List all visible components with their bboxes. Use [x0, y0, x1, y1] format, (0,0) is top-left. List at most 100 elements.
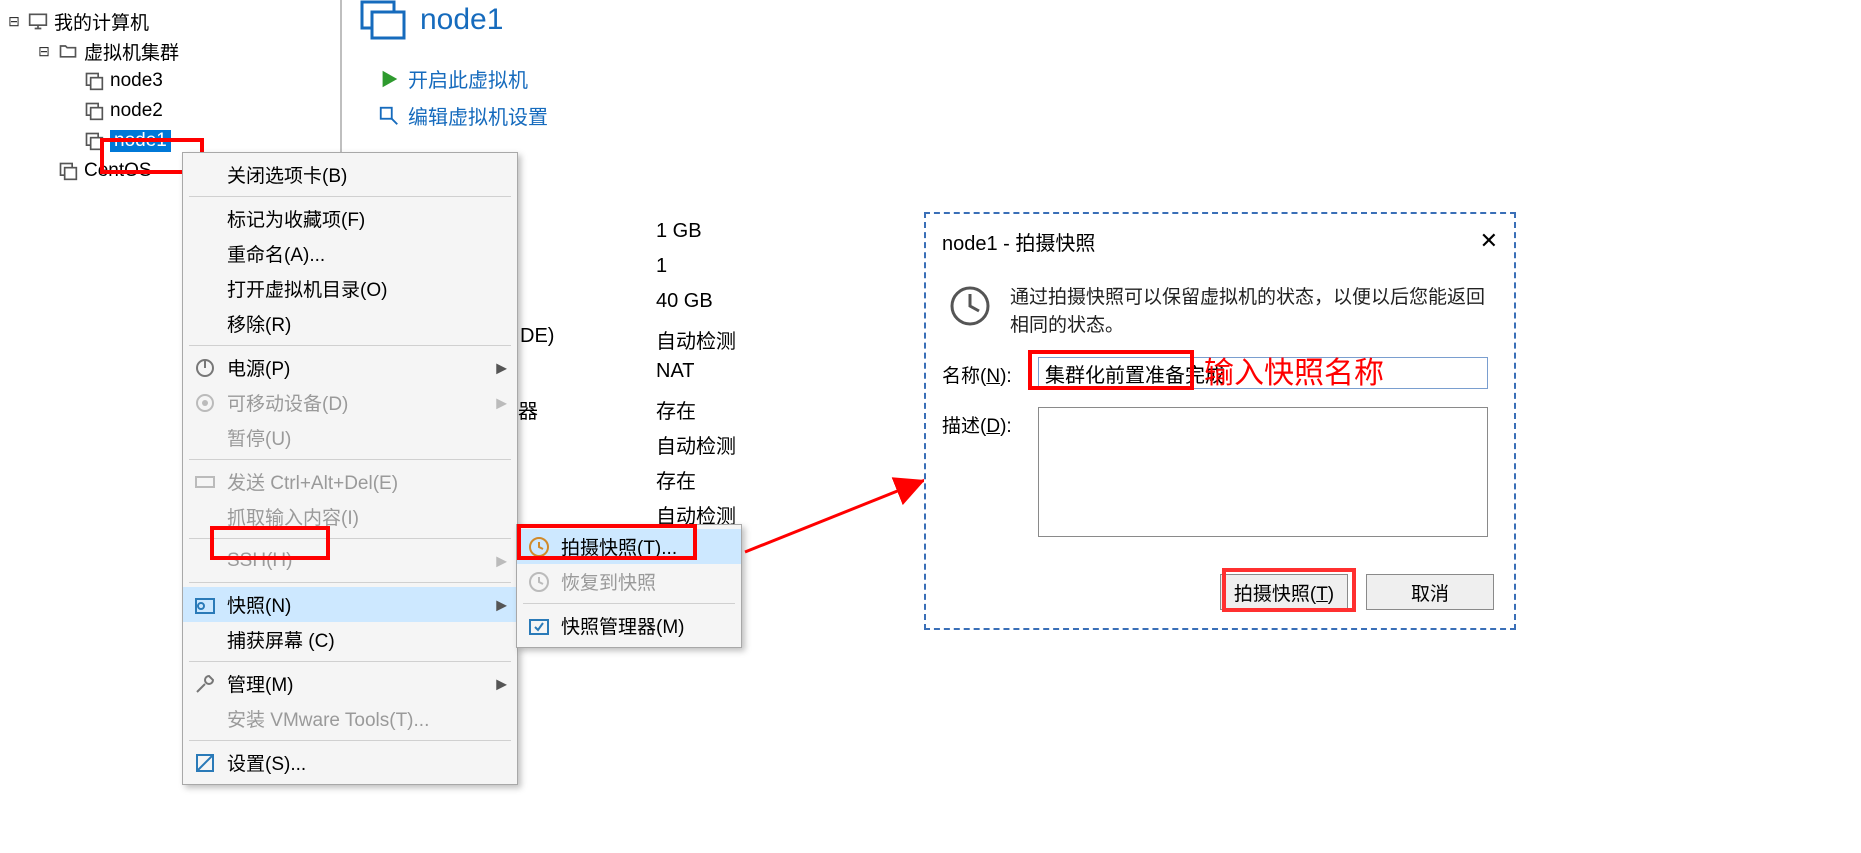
menu-separator: [189, 740, 511, 741]
menu-capture[interactable]: 捕获屏幕 (C): [183, 622, 517, 657]
start-vm-link[interactable]: 开启此虚拟机: [378, 64, 880, 93]
desc-label: 描述(D):: [942, 407, 1038, 438]
snapshot-submenu: 拍摄快照(T)... 恢复到快照 快照管理器(M): [516, 524, 742, 648]
vm-icon: [84, 131, 104, 151]
name-label: 名称(N):: [942, 357, 1038, 388]
edit-vm-link[interactable]: 编辑虚拟机设置: [378, 101, 880, 130]
label-part: 描述(: [942, 416, 986, 437]
menu-label: 捕获屏幕 (C): [227, 626, 335, 653]
manager-icon: [527, 614, 551, 638]
cancel-button[interactable]: 取消: [1366, 574, 1494, 610]
tree-cluster-label: 虚拟机集群: [84, 38, 179, 65]
menu-label: 安装 VMware Tools(T)...: [227, 705, 429, 732]
menu-ssh: SSH(H) ▶: [183, 543, 517, 578]
menu-separator: [189, 459, 511, 460]
menu-separator: [189, 196, 511, 197]
menu-close-tab[interactable]: 关闭选项卡(B): [183, 157, 517, 192]
hw-label-fragment: DE): [520, 325, 554, 348]
snapshot-name-input[interactable]: [1038, 357, 1488, 389]
take-snapshot-button[interactable]: 拍摄快照(T): [1220, 574, 1348, 610]
blank-icon: [193, 312, 217, 336]
vm-large-icon: [360, 0, 408, 40]
settings-icon: [193, 751, 217, 775]
tree-node-row[interactable]: node3: [0, 66, 340, 96]
label-part: ):: [1000, 366, 1012, 387]
menu-label: 设置(S)...: [227, 749, 306, 776]
annotation-arrow: [740, 472, 940, 562]
tree-item-label: node1: [110, 130, 171, 152]
menu-pause: 暂停(U): [183, 420, 517, 455]
tree-cluster-row[interactable]: ⊟ 虚拟机集群: [0, 36, 340, 66]
menu-label: 管理(M): [227, 670, 293, 697]
take-snapshot-dialog: node1 - 拍摄快照 ✕ 通过拍摄快照可以保留虚拟机的状态，以便以后您能返回…: [924, 212, 1516, 630]
menu-open-dir[interactable]: 打开虚拟机目录(O): [183, 271, 517, 306]
folder-icon: [58, 41, 78, 61]
dialog-title: node1 - 拍摄快照: [942, 227, 1095, 256]
menu-separator: [189, 582, 511, 583]
hw-net: NAT: [656, 360, 736, 395]
blank-icon: [193, 277, 217, 301]
tree-collapse-icon[interactable]: ⊟: [36, 43, 52, 59]
blank-icon: [193, 628, 217, 652]
menu-label: 打开虚拟机目录(O): [227, 275, 387, 302]
tree-item-label: node3: [110, 70, 163, 92]
menu-remove[interactable]: 移除(R): [183, 306, 517, 341]
menu-label: 关闭选项卡(B): [227, 161, 347, 188]
chevron-right-icon: ▶: [496, 359, 507, 376]
tree-item-label: CentOS: [84, 160, 152, 182]
power-icon: [193, 356, 217, 380]
menu-power[interactable]: 电源(P) ▶: [183, 350, 517, 385]
hw-sound: 自动检测: [656, 430, 736, 465]
menu-label: 标记为收藏项(F): [227, 205, 365, 232]
hw-label-fragment: 器: [518, 395, 538, 424]
chevron-right-icon: ▶: [496, 675, 507, 692]
label-part: ):: [1000, 416, 1012, 437]
submenu-take-snapshot[interactable]: 拍摄快照(T)...: [517, 529, 741, 564]
start-vm-label: 开启此虚拟机: [408, 64, 528, 93]
menu-settings[interactable]: 设置(S)...: [183, 745, 517, 780]
menu-manage[interactable]: 管理(M) ▶: [183, 666, 517, 701]
submenu-manager[interactable]: 快照管理器(M): [517, 608, 741, 643]
hw-usb: 存在: [656, 395, 736, 430]
menu-label: 抓取输入内容(I): [227, 503, 359, 530]
vm-icon: [58, 161, 78, 181]
tree-item-label: node2: [110, 100, 163, 122]
wrench-icon: [193, 672, 217, 696]
vm-title-text: node1: [420, 3, 503, 37]
menu-label: SSH(H): [227, 550, 292, 572]
blank-icon: [193, 549, 217, 573]
label-accelerator: N: [986, 366, 1000, 387]
menu-rename[interactable]: 重命名(A)...: [183, 236, 517, 271]
close-button[interactable]: ✕: [1480, 228, 1498, 254]
blank-icon: [193, 707, 217, 731]
tree-collapse-icon[interactable]: ⊟: [6, 13, 22, 29]
keyboard-icon: [193, 470, 217, 494]
tree-root-row[interactable]: ⊟ 我的计算机: [0, 6, 340, 36]
vm-title: node1: [360, 0, 880, 40]
menu-grab-input: 抓取输入内容(I): [183, 499, 517, 534]
btn-part: ): [1328, 584, 1334, 605]
menu-install-tools: 安装 VMware Tools(T)...: [183, 701, 517, 736]
dialog-info-text: 通过拍摄快照可以保留虚拟机的状态，以便以后您能返回相同的状态。: [1010, 284, 1498, 339]
play-icon: [378, 68, 400, 90]
blank-icon: [193, 426, 217, 450]
edit-vm-label: 编辑虚拟机设置: [408, 101, 548, 130]
menu-label: 暂停(U): [227, 424, 291, 451]
menu-separator: [523, 603, 735, 604]
menu-label: 可移动设备(D): [227, 389, 348, 416]
menu-label: 重命名(A)...: [227, 240, 325, 267]
dialog-titlebar: node1 - 拍摄快照 ✕: [942, 224, 1498, 258]
snapshot-desc-input[interactable]: [1038, 407, 1488, 537]
clock-icon: [527, 535, 551, 559]
snapshot-icon: [193, 593, 217, 617]
menu-snapshot[interactable]: 快照(N) ▶: [183, 587, 517, 622]
menu-label: 拍摄快照(T)...: [561, 533, 677, 560]
menu-label: 发送 Ctrl+Alt+Del(E): [227, 468, 398, 495]
menu-label: 快照(N): [227, 591, 291, 618]
vm-icon: [84, 101, 104, 121]
menu-favorite[interactable]: 标记为收藏项(F): [183, 201, 517, 236]
context-menu: 关闭选项卡(B) 标记为收藏项(F) 重命名(A)... 打开虚拟机目录(O) …: [182, 152, 518, 785]
btn-part: 拍摄快照(: [1234, 584, 1316, 605]
label-accelerator: D: [986, 416, 1000, 437]
tree-node-row[interactable]: node2: [0, 96, 340, 126]
